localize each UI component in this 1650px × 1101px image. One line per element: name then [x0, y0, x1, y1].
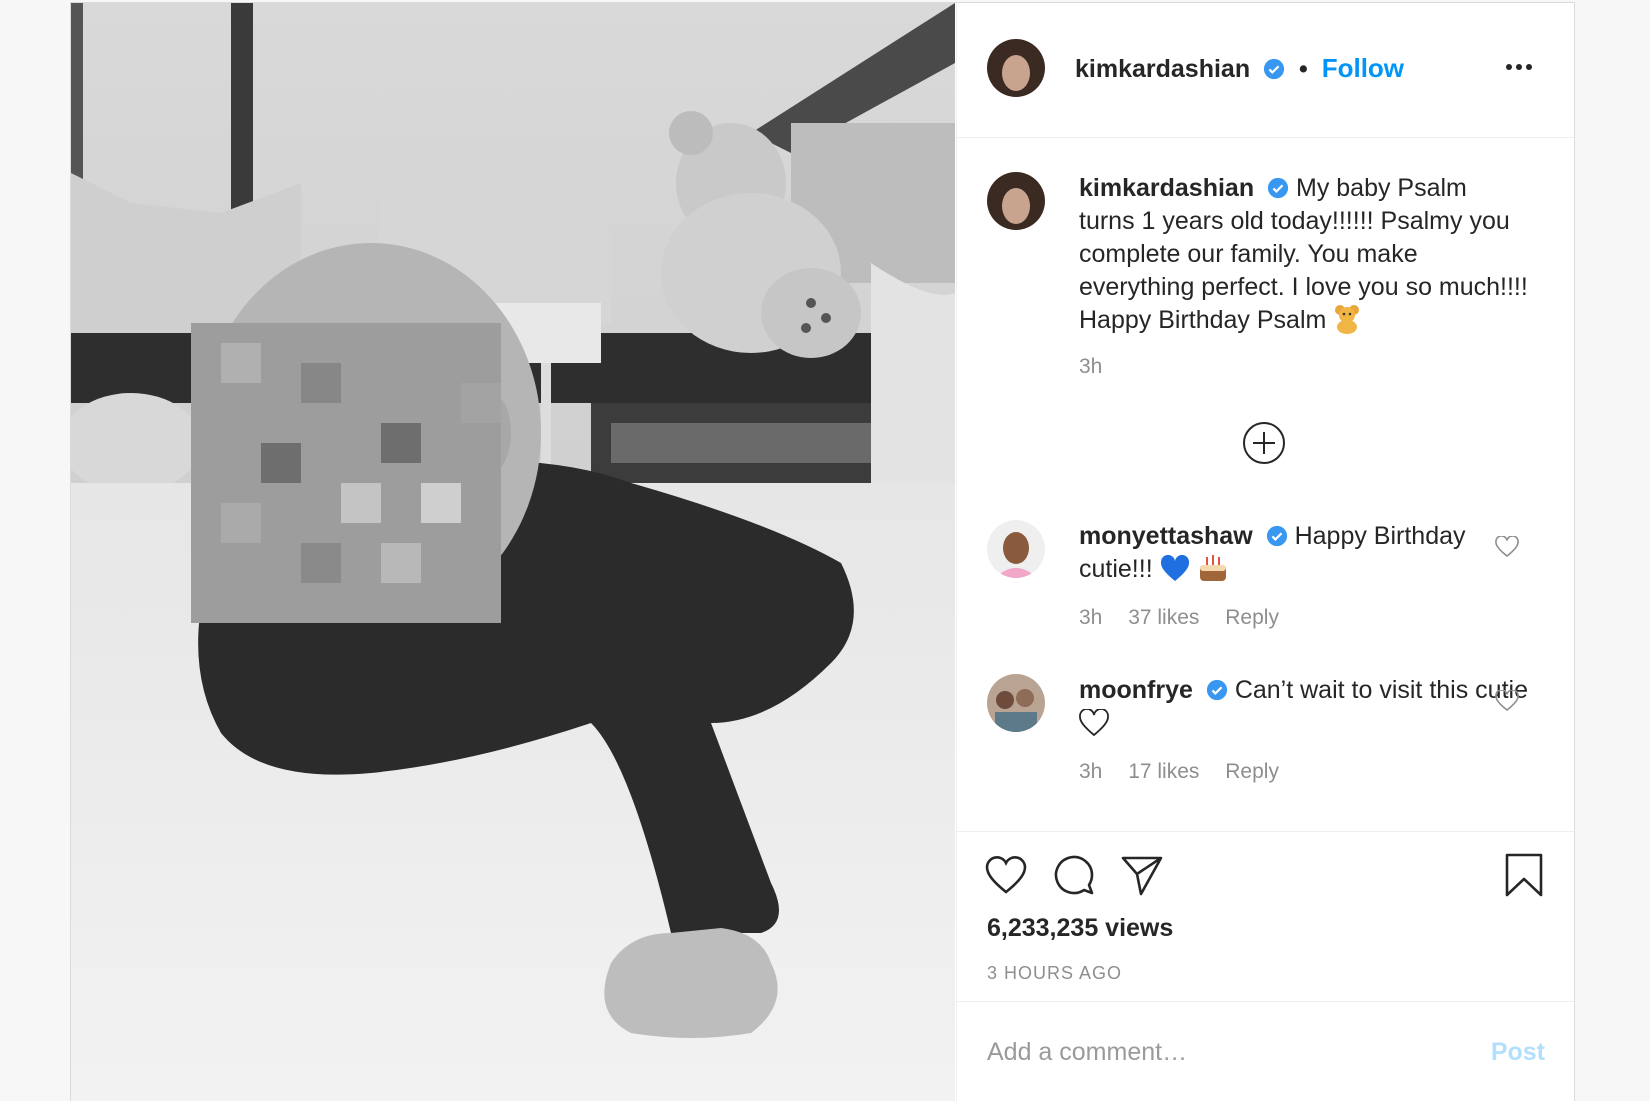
like-comment-heart-icon[interactable]	[1495, 536, 1519, 558]
caption-text-block: kimkardashian My baby Psalm turns 1 year…	[1079, 172, 1529, 337]
avatar[interactable]	[987, 39, 1045, 97]
caption-username[interactable]: kimkardashian	[1079, 174, 1254, 202]
cake-emoji-icon	[1199, 555, 1226, 581]
post-timestamp[interactable]: 3 HOURS AGO	[987, 963, 1122, 984]
comment-meta: 3h 37 likes Reply	[1079, 606, 1299, 630]
header-line: kimkardashian • Follow	[1075, 53, 1404, 84]
avatar[interactable]	[987, 172, 1045, 230]
post-comment-button[interactable]: Post	[1491, 1038, 1545, 1067]
comment-time[interactable]: 3h	[1079, 760, 1102, 783]
profile-avatar-icon	[987, 172, 1045, 230]
comments-scroll-area[interactable]: kimkardashian My baby Psalm turns 1 year…	[957, 138, 1574, 831]
post-side-panel: kimkardashian • Follow kimkardashian My …	[956, 3, 1574, 1101]
avatar[interactable]	[987, 674, 1045, 732]
verified-badge-icon	[1206, 679, 1227, 701]
profile-avatar-icon	[987, 520, 1045, 578]
load-more-comments-icon[interactable]	[1241, 420, 1287, 466]
reply-button[interactable]: Reply	[1225, 606, 1279, 629]
share-paper-plane-icon[interactable]	[1119, 852, 1165, 898]
comment-likes[interactable]: 17 likes	[1128, 760, 1199, 783]
comment-likes[interactable]: 37 likes	[1128, 606, 1199, 629]
comment-text-block: monyettashaw Happy Birthday cutie!!!	[1079, 520, 1529, 586]
blue-heart-emoji-icon	[1160, 555, 1189, 581]
profile-avatar-icon	[987, 674, 1045, 732]
more-options-icon[interactable]	[1503, 55, 1535, 79]
pixelated-face	[191, 323, 501, 623]
avatar[interactable]	[987, 520, 1045, 578]
caption-time[interactable]: 3h	[1079, 355, 1102, 378]
comment-text: Can’t wait to visit this cutie	[1234, 676, 1528, 704]
post-photo[interactable]	[71, 3, 955, 1101]
white-heart-emoji-icon	[1079, 709, 1109, 737]
comment-time[interactable]: 3h	[1079, 606, 1102, 629]
instagram-post-card: kimkardashian • Follow kimkardashian My …	[70, 2, 1575, 1101]
post-actions: 6,233,235 views 3 HOURS AGO	[957, 831, 1574, 1002]
post-username[interactable]: kimkardashian	[1075, 55, 1250, 83]
baby-photo	[71, 3, 955, 1101]
verified-badge-icon	[1267, 177, 1289, 199]
add-comment-bar: Add a comment… Post	[957, 1001, 1574, 1101]
comment-username[interactable]: monyettashaw	[1079, 522, 1253, 550]
teddy-bear-emoji-icon	[1335, 305, 1360, 334]
caption-meta: 3h	[1079, 355, 1122, 379]
like-comment-heart-icon[interactable]	[1495, 690, 1519, 712]
profile-avatar-icon	[987, 39, 1045, 97]
comment-username[interactable]: moonfrye	[1079, 676, 1193, 704]
verified-badge-icon	[1263, 58, 1285, 80]
like-heart-icon[interactable]	[983, 852, 1029, 898]
post-header: kimkardashian • Follow	[957, 3, 1574, 138]
comment-bubble-icon[interactable]	[1051, 852, 1097, 898]
comment-input[interactable]: Add a comment…	[987, 1038, 1187, 1067]
separator-dot: •	[1299, 55, 1308, 83]
verified-badge-icon	[1266, 525, 1287, 547]
reply-button[interactable]: Reply	[1225, 760, 1279, 783]
follow-button[interactable]: Follow	[1322, 53, 1404, 83]
save-bookmark-icon[interactable]	[1501, 852, 1547, 898]
view-count[interactable]: 6,233,235 views	[987, 914, 1173, 943]
comment-text-block: moonfrye Can’t wait to visit this cutie	[1079, 674, 1529, 740]
comment-meta: 3h 17 likes Reply	[1079, 760, 1299, 784]
